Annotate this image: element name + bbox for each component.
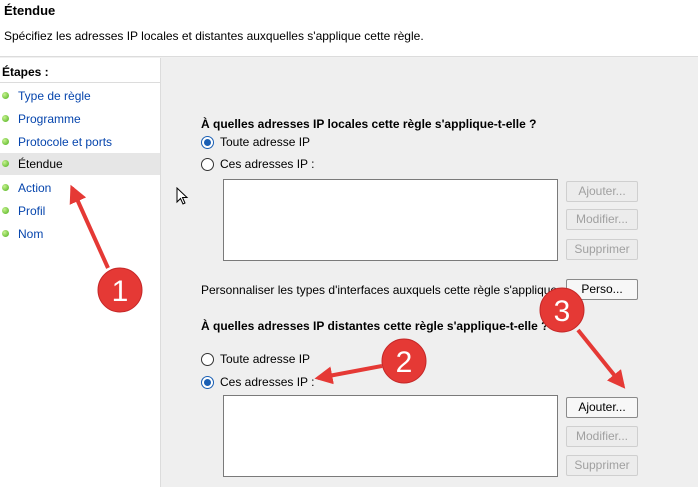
local-add-button[interactable]: Ajouter...	[566, 181, 638, 202]
radio-button[interactable]	[201, 158, 214, 171]
mouse-cursor-icon	[176, 187, 189, 205]
radio-label: Ces adresses IP :	[220, 157, 315, 171]
wizard-window: Étendue Spécifiez les adresses IP locale…	[0, 0, 698, 487]
radio-label: Toute adresse IP	[220, 135, 311, 149]
sidebar-item-etendue[interactable]: Étendue	[0, 153, 160, 175]
interfaces-label: Personnaliser les types d'interfaces aux…	[201, 283, 564, 297]
local-radio-these[interactable]: Ces adresses IP :	[201, 157, 341, 173]
local-question: À quelles adresses IP locales cette règl…	[201, 117, 537, 131]
remote-radio-these[interactable]: Ces adresses IP :	[201, 375, 341, 391]
sidebar-item-label: Programme	[18, 112, 81, 126]
radio-button[interactable]	[201, 353, 214, 366]
header: Étendue Spécifiez les adresses IP locale…	[0, 0, 698, 57]
remote-question: À quelles adresses IP distantes cette rè…	[201, 319, 549, 333]
page-description: Spécifiez les adresses IP locales et dis…	[4, 29, 424, 43]
local-edit-button[interactable]: Modifier...	[566, 209, 638, 230]
steps-sidebar: Étapes : Type de règle Programme Protoco…	[0, 58, 161, 487]
radio-label: Toute adresse IP	[220, 352, 311, 366]
sidebar-item-label: Profil	[18, 204, 46, 218]
local-radio-any[interactable]: Toute adresse IP	[201, 135, 341, 151]
remote-add-button[interactable]: Ajouter...	[566, 397, 638, 418]
sidebar-item-protocole-et-ports[interactable]: Protocole et ports	[0, 131, 160, 153]
step-status-dot-icon	[2, 138, 9, 145]
sidebar-item-action[interactable]: Action	[0, 177, 160, 199]
step-status-dot-icon	[2, 230, 9, 237]
steps-title: Étapes :	[2, 65, 49, 79]
sidebar-item-type-de-regle[interactable]: Type de règle	[0, 85, 160, 107]
step-status-dot-icon	[2, 92, 9, 99]
sidebar-item-label: Étendue	[18, 157, 63, 171]
local-ip-list[interactable]	[223, 179, 558, 261]
sidebar-item-programme[interactable]: Programme	[0, 108, 160, 130]
step-status-dot-icon	[2, 207, 9, 214]
radio-button[interactable]	[201, 136, 214, 149]
sidebar-item-label: Action	[18, 181, 52, 195]
remote-remove-button[interactable]: Supprimer	[566, 455, 638, 476]
sidebar-item-label: Protocole et ports	[18, 135, 113, 149]
sidebar-item-profil[interactable]: Profil	[0, 200, 160, 222]
sidebar-item-label: Nom	[18, 227, 44, 241]
radio-label: Ces adresses IP :	[220, 375, 315, 389]
step-status-dot-icon	[2, 184, 9, 191]
step-status-dot-icon	[2, 115, 9, 122]
step-status-dot-icon	[2, 160, 9, 167]
sidebar-item-label: Type de règle	[18, 89, 91, 103]
local-remove-button[interactable]: Supprimer	[566, 239, 638, 260]
remote-radio-any[interactable]: Toute adresse IP	[201, 352, 341, 368]
sidebar-item-nom[interactable]: Nom	[0, 223, 160, 245]
steps-divider	[0, 82, 160, 83]
remote-edit-button[interactable]: Modifier...	[566, 426, 638, 447]
remote-ip-list[interactable]	[223, 395, 558, 477]
interfaces-custom-button[interactable]: Perso...	[566, 279, 638, 300]
page-title: Étendue	[4, 3, 56, 18]
radio-button[interactable]	[201, 376, 214, 389]
